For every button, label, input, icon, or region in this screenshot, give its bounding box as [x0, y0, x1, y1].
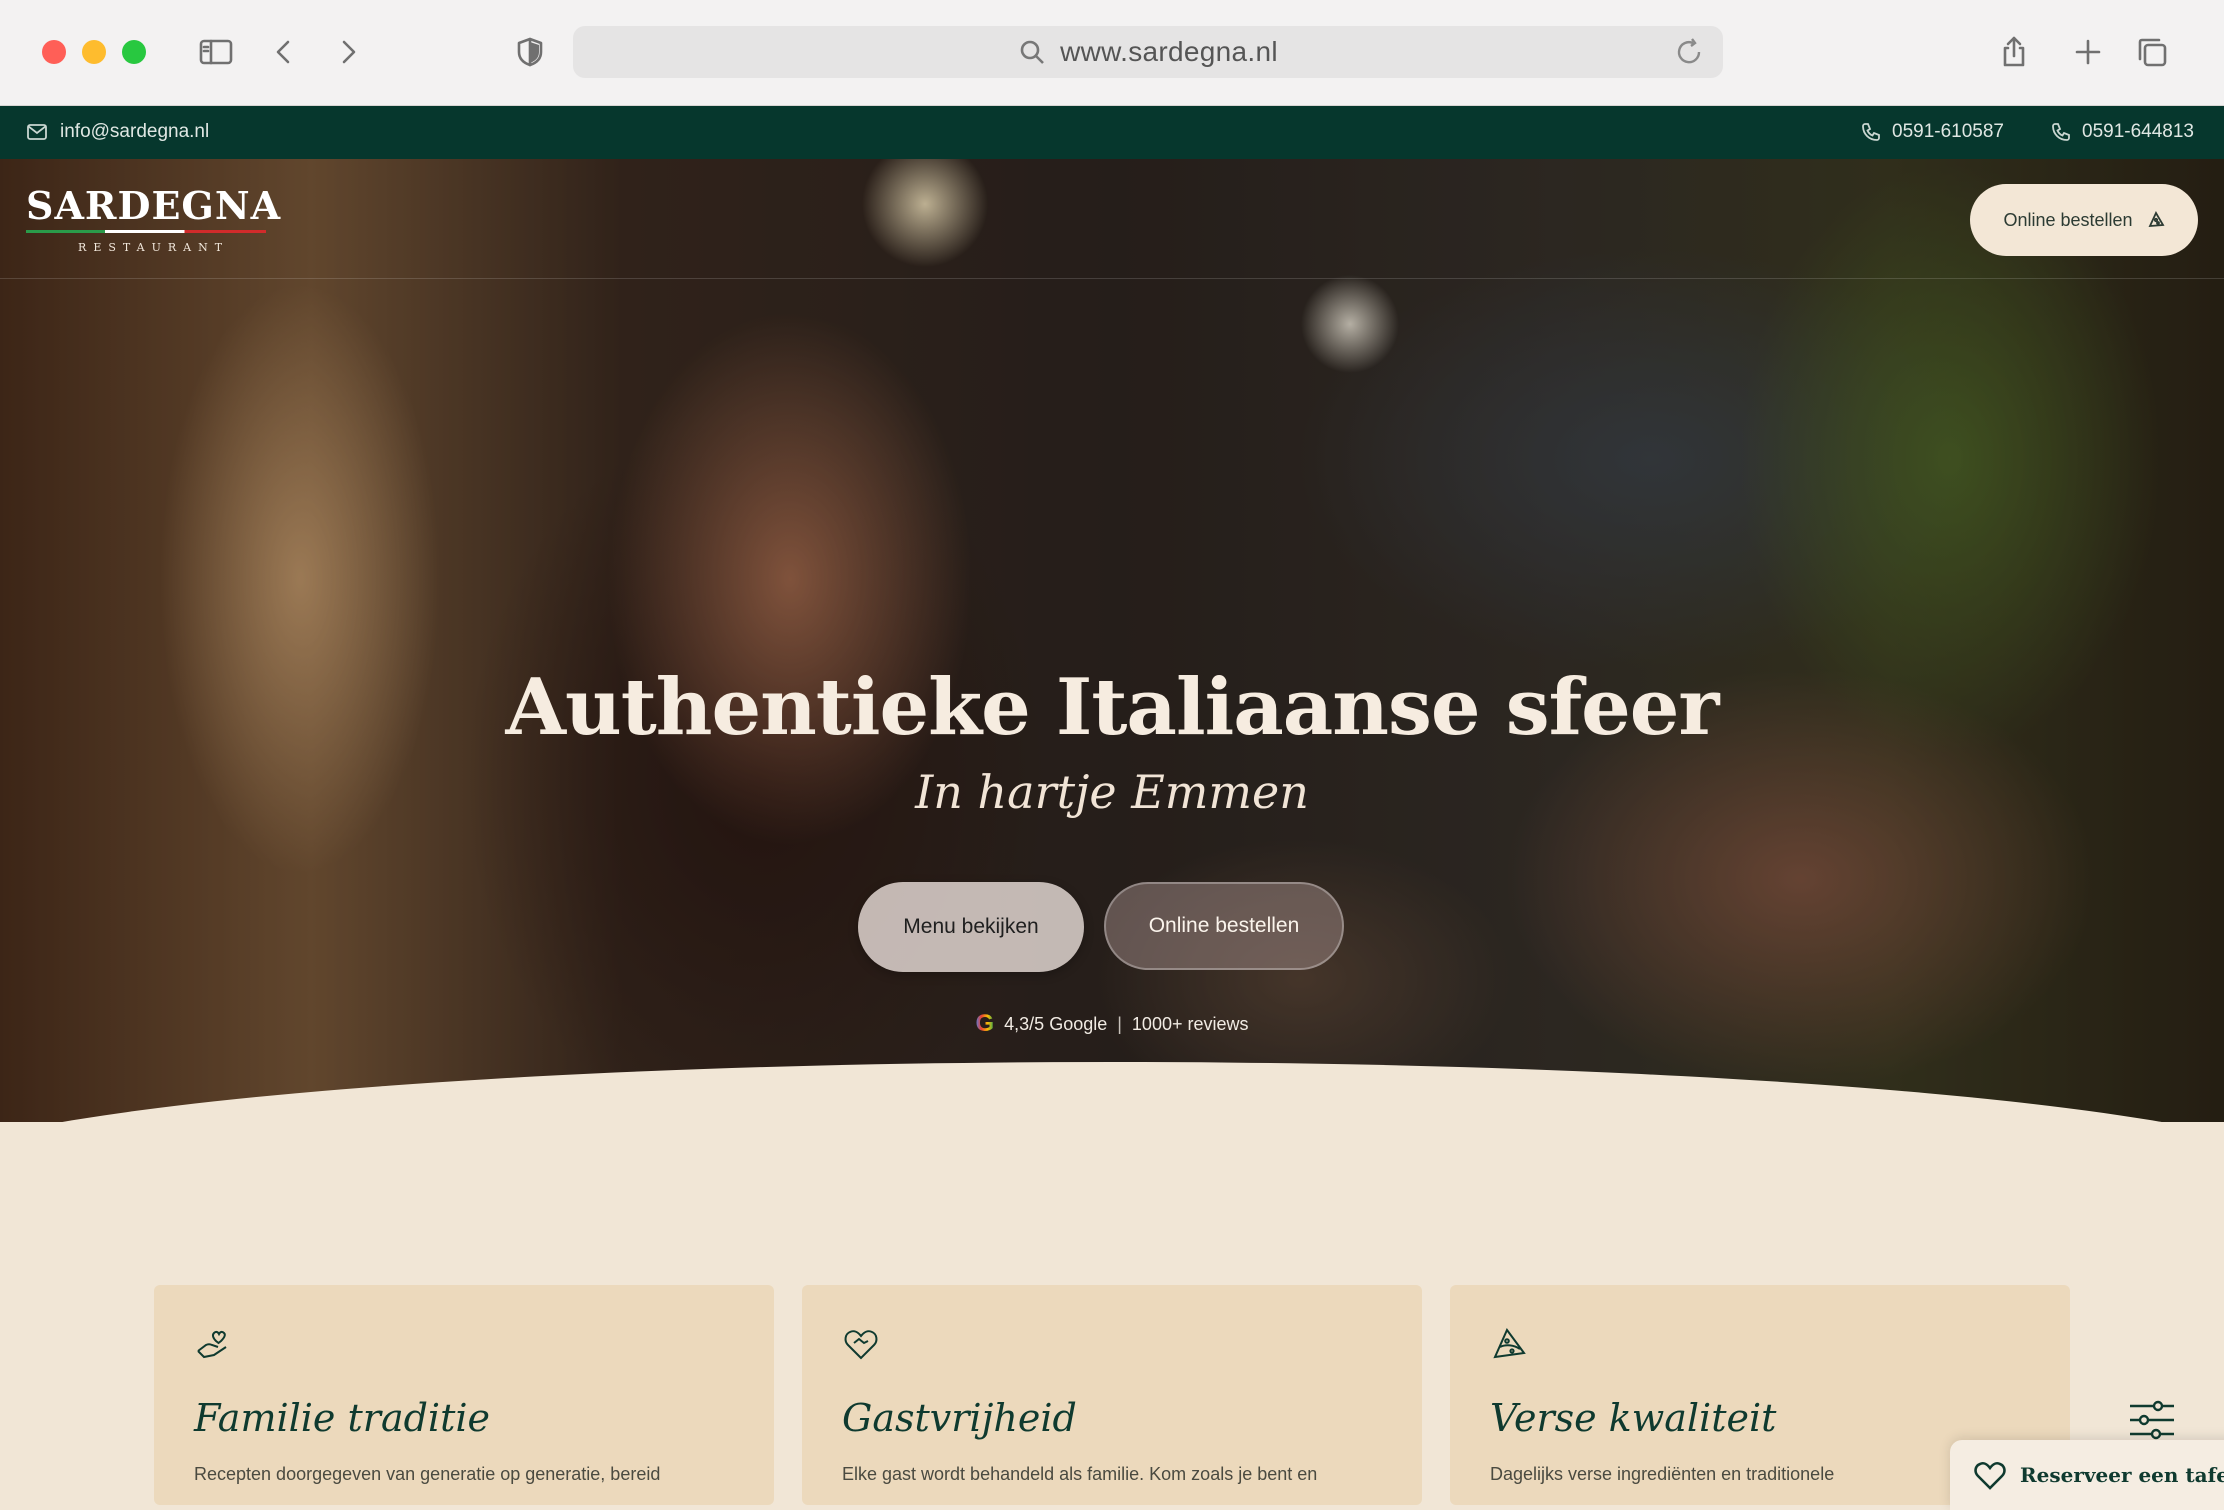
logo[interactable]: SARDEGNA RESTAURANT: [26, 183, 281, 254]
privacy-shield-icon[interactable]: [508, 30, 552, 74]
hero-order-button[interactable]: Online bestellen: [1104, 882, 1344, 970]
hand-heart-icon: [194, 1325, 734, 1368]
maximize-window-button[interactable]: [122, 40, 146, 64]
browser-toolbar: www.sardegna.nl: [0, 0, 2224, 106]
heart-icon: [1974, 1461, 2006, 1490]
contact-bar: info@sardegna.nl 0591-610587 0591-644813: [0, 106, 2224, 159]
phone-link-2[interactable]: 0591-644813: [2050, 121, 2194, 143]
address-bar[interactable]: www.sardegna.nl: [573, 26, 1723, 78]
phone-text-1: 0591-610587: [1892, 121, 2004, 142]
google-rating: G 4,3/5 Google | 1000+ reviews: [0, 1010, 2224, 1038]
nav-divider: [0, 278, 2224, 279]
pizza-slice-icon: [2148, 211, 2165, 228]
feature-cards: Familie traditie Recepten doorgegeven va…: [154, 1285, 2070, 1505]
sidebar-toggle-icon[interactable]: [194, 30, 238, 74]
phone-text-2: 0591-644813: [2082, 121, 2194, 142]
settings-sliders-icon[interactable]: [2126, 1398, 2182, 1442]
phone-icon: [2052, 123, 2070, 141]
email-link[interactable]: info@sardegna.nl: [26, 121, 209, 143]
tab-overview-icon[interactable]: [2130, 30, 2174, 74]
feature-description: Recepten doorgegeven van generatie op ge…: [194, 1464, 661, 1484]
logo-subtitle: RESTAURANT: [78, 241, 230, 254]
logo-name: SARDEGNA: [26, 183, 282, 228]
feature-title: Gastvrijheid: [842, 1396, 1077, 1440]
search-icon: [1020, 40, 1045, 64]
reserve-label: Reserveer een tafel: [2020, 1463, 2224, 1487]
url-text: www.sardegna.nl: [1060, 36, 1278, 67]
feature-description: Elke gast wordt behandeld als familie. K…: [842, 1464, 1318, 1484]
rating-separator: |: [1117, 1013, 1122, 1034]
phone-icon: [1862, 123, 1880, 141]
hero-bottom-curve: [0, 1062, 2224, 1122]
new-tab-icon[interactable]: [2066, 30, 2110, 74]
reviews-count: 1000+ reviews: [1131, 1013, 1249, 1034]
heart-handshake-icon: [842, 1325, 1382, 1368]
nav-order-label: Online bestellen: [2003, 209, 2133, 230]
share-icon[interactable]: [1992, 30, 2036, 74]
feature-card: Gastvrijheid Elke gast wordt behandeld a…: [802, 1285, 1422, 1505]
back-icon[interactable]: [262, 30, 306, 74]
phone-link-1[interactable]: 0591-610587: [1860, 121, 2004, 143]
menu-button[interactable]: Menu bekijken: [858, 882, 1084, 972]
hero-subtitle: In hartje Emmen: [915, 765, 1309, 819]
minimize-window-button[interactable]: [82, 40, 106, 64]
google-icon: G: [975, 1010, 995, 1037]
feature-card: Familie traditie Recepten doorgegeven va…: [154, 1285, 774, 1505]
nav-order-button[interactable]: Online bestellen: [1970, 184, 2198, 256]
feature-description: Dagelijks verse ingrediënten en traditio…: [1490, 1464, 1835, 1484]
pizza-slice-icon: [1490, 1325, 2030, 1368]
hero-title: Authentieke Italiaanse sfeer: [505, 662, 1719, 753]
reload-icon[interactable]: [1673, 36, 1705, 73]
hero-image: [0, 159, 2224, 1122]
close-window-button[interactable]: [42, 40, 66, 64]
forward-icon[interactable]: [326, 30, 370, 74]
reserve-table-button[interactable]: Reserveer een tafel: [1950, 1440, 2224, 1510]
logo-flag-line: [26, 230, 266, 233]
email-text: info@sardegna.nl: [60, 121, 210, 142]
feature-title: Familie traditie: [194, 1396, 490, 1440]
mail-icon: [27, 124, 47, 140]
feature-title: Verse kwaliteit: [1490, 1396, 1777, 1440]
rating-text: 4,3/5 Google: [1004, 1013, 1108, 1034]
